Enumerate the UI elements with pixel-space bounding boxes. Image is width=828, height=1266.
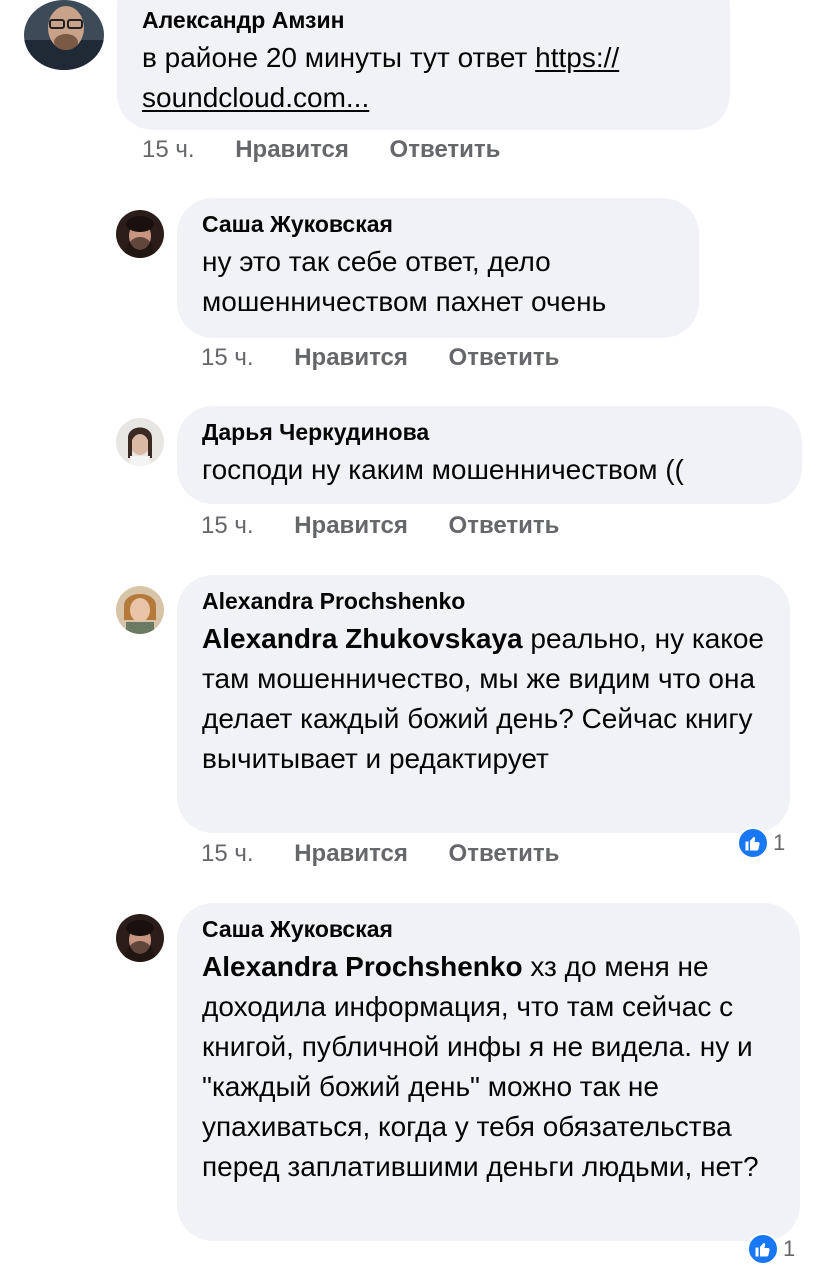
like-button[interactable]: Нравится bbox=[294, 512, 408, 540]
reply-button[interactable]: Ответить bbox=[390, 136, 501, 164]
thumbs-up-icon bbox=[737, 827, 769, 859]
avatar[interactable] bbox=[24, 0, 104, 70]
comment-text: Alexandra Zhukovskaya реально, ну какое … bbox=[202, 623, 764, 774]
comment-time[interactable]: 15 ч. bbox=[201, 512, 254, 540]
mention-link[interactable]: Alexandra Prochshenko bbox=[202, 951, 523, 982]
comment-text: господи ну каким мошенничеством (( bbox=[202, 454, 684, 485]
like-button[interactable]: Нравится bbox=[294, 344, 408, 372]
avatar[interactable] bbox=[116, 418, 164, 466]
comment-actions: 15 ч. Нравится Ответить bbox=[201, 344, 593, 372]
comment-bubble: Дарья Черкудинова господи ну каким мошен… bbox=[177, 406, 802, 504]
comment-author[interactable]: Alexandra Prochshenko bbox=[202, 587, 765, 615]
comment-author[interactable]: Александр Амзин bbox=[142, 6, 705, 34]
comment-actions: 15 ч. Нравится Ответить bbox=[201, 512, 593, 540]
like-button[interactable]: Нравится bbox=[235, 136, 349, 164]
comment-bubble: Саша Жуковская ну это так себе ответ, де… bbox=[177, 198, 699, 338]
comment-actions: 15 ч. Нравится Ответить bbox=[201, 840, 593, 868]
reaction-count-label: 1 bbox=[773, 830, 786, 855]
comment-text: Alexandra Prochshenko хз до меня не дохо… bbox=[202, 951, 759, 1182]
comment-actions: 15 ч. Нравится Ответить bbox=[142, 136, 534, 164]
comment-bubble: Александр Амзин в районе 20 минуты тут о… bbox=[117, 0, 730, 130]
comment-text: в районе 20 минуты тут ответ https:// so… bbox=[142, 42, 620, 113]
comment-time[interactable]: 15 ч. bbox=[201, 840, 254, 868]
comment-time[interactable]: 15 ч. bbox=[201, 344, 254, 372]
avatar[interactable] bbox=[116, 210, 164, 258]
avatar[interactable] bbox=[116, 586, 164, 634]
reaction-count[interactable]: 1 bbox=[737, 826, 785, 860]
reply-button[interactable]: Ответить bbox=[449, 512, 560, 540]
reaction-count[interactable]: 1 bbox=[747, 1232, 795, 1266]
comment-author[interactable]: Дарья Черкудинова bbox=[202, 418, 777, 446]
reaction-count-label: 1 bbox=[783, 1236, 796, 1261]
comment-time[interactable]: 15 ч. bbox=[142, 136, 195, 164]
comment-text: ну это так себе ответ, дело мошенничеств… bbox=[202, 246, 607, 317]
mention-link[interactable]: Alexandra Zhukovskaya bbox=[202, 623, 523, 654]
comment-bubble: Саша Жуковская Alexandra Prochshenko хз … bbox=[177, 903, 800, 1241]
reply-button[interactable]: Ответить bbox=[449, 840, 560, 868]
avatar[interactable] bbox=[116, 914, 164, 962]
comment-author[interactable]: Саша Жуковская bbox=[202, 915, 775, 943]
comment-author[interactable]: Саша Жуковская bbox=[202, 210, 674, 238]
like-button[interactable]: Нравится bbox=[294, 840, 408, 868]
reply-button[interactable]: Ответить bbox=[449, 344, 560, 372]
thumbs-up-icon bbox=[747, 1233, 779, 1265]
comment-bubble: Alexandra Prochshenko Alexandra Zhukovsk… bbox=[177, 575, 790, 833]
